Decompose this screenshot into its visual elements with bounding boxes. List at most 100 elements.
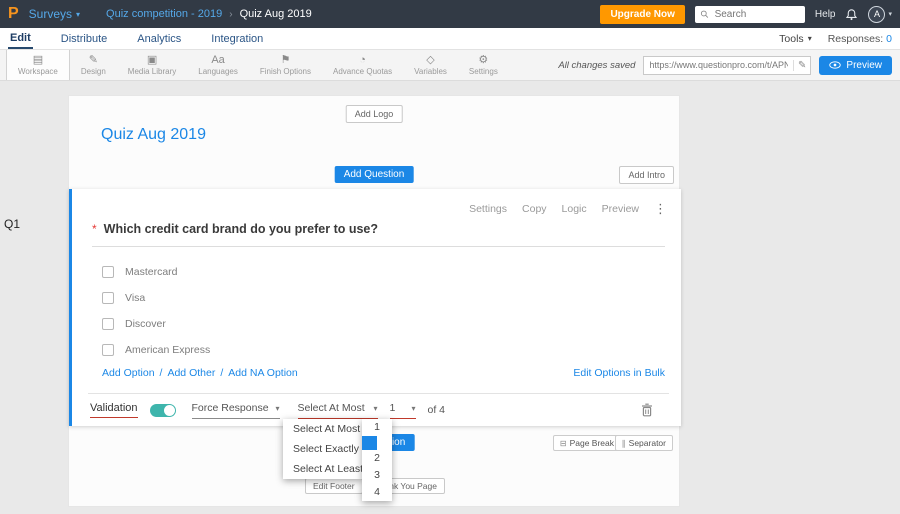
validation-toggle[interactable] (149, 403, 176, 417)
question-text-row: * Which credit card brand do you prefer … (92, 222, 378, 236)
add-logo-button[interactable]: Add Logo (345, 105, 403, 123)
count-option-4[interactable]: 4 (362, 484, 392, 501)
slash-separator: / (159, 367, 163, 379)
toolbar-item-workspace[interactable]: ▤ Workspace (6, 50, 70, 80)
product-label: Surveys (28, 7, 73, 21)
chevron-down-icon: ▾ (807, 34, 812, 43)
product-switcher[interactable]: Surveys ▾ (29, 7, 80, 21)
edit-options-in-bulk-link[interactable]: Edit Options in Bulk (573, 367, 665, 379)
design-icon: ✎ (88, 54, 98, 66)
validation-label: Validation (90, 402, 138, 418)
question-block: Settings Copy Logic Preview ⋮ * Which cr… (69, 189, 681, 426)
count-dropdown-selection-highlight (362, 436, 377, 450)
list-item: Visa (102, 285, 665, 311)
topbar-right: Upgrade Now Help A ▾ (600, 4, 892, 24)
question-number: Q1 (4, 217, 21, 231)
add-option-link[interactable]: Add Option (102, 367, 155, 379)
account-menu[interactable]: A ▾ (868, 5, 892, 23)
toggle-knob (163, 404, 175, 416)
validation-rule-dropdown: Select At Most Select Exactly Select At … (283, 419, 363, 479)
checkbox-visa[interactable] (102, 292, 114, 304)
tools-menu[interactable]: Tools ▾ (779, 33, 812, 45)
add-intro-button[interactable]: Add Intro (619, 166, 674, 184)
toolbar-item-variables[interactable]: ◇ Variables (403, 50, 458, 80)
search-input[interactable] (712, 7, 800, 21)
editor-canvas: Q1 Add Logo Quiz Aug 2019 Add Question A… (0, 81, 900, 514)
rule-option-select-at-most[interactable]: Select At Most (283, 419, 362, 439)
edit-url-pencil-icon[interactable]: ✎ (793, 59, 810, 71)
add-na-option-link[interactable]: Add NA Option (228, 367, 297, 379)
avatar: A (868, 5, 886, 23)
rule-option-select-exactly[interactable]: Select Exactly (283, 439, 362, 459)
toolbar-item-design[interactable]: ✎ Design (70, 50, 117, 80)
answer-options: Mastercard Visa Discover American Expres… (102, 259, 665, 363)
tab-distribute[interactable]: Distribute (59, 28, 109, 49)
toolbar-item-media-library[interactable]: ▣ Media Library (117, 50, 187, 80)
media-library-icon: ▣ (146, 54, 158, 66)
chevron-down-icon: ▾ (888, 11, 892, 18)
delete-question-trash-icon[interactable] (641, 403, 653, 417)
save-status: All changes saved (558, 59, 636, 71)
validation-rule-select[interactable]: Select At Most ▾ (297, 402, 378, 419)
tab-edit[interactable]: Edit (8, 28, 33, 49)
required-asterisk: * (92, 222, 97, 236)
languages-icon: Aa (211, 54, 225, 66)
breadcrumb-parent[interactable]: Quiz competition - 2019 (106, 8, 222, 20)
separator-button[interactable]: ∥ Separator (614, 435, 673, 451)
responses-counter[interactable]: Responses: 0 (828, 33, 892, 45)
question-logic-link[interactable]: Logic (562, 203, 587, 215)
toolbar-item-settings[interactable]: ⚙ Settings (458, 50, 509, 80)
count-option-1[interactable]: 1 (362, 419, 392, 436)
count-option-2[interactable]: 2 (362, 450, 392, 467)
questionpro-logo[interactable]: P (8, 5, 19, 23)
breadcrumb-current: Quiz Aug 2019 (239, 8, 312, 20)
question-text[interactable]: Which credit card brand do you prefer to… (104, 222, 378, 236)
tools-label: Tools (779, 32, 804, 45)
eye-icon (829, 61, 842, 69)
question-copy-link[interactable]: Copy (522, 203, 547, 215)
separator-icon: ∥ (621, 438, 626, 448)
add-other-link[interactable]: Add Other (167, 367, 215, 379)
count-option-3[interactable]: 3 (362, 467, 392, 484)
question-preview-link[interactable]: Preview (602, 203, 639, 215)
force-response-select[interactable]: Force Response ▾ (191, 402, 280, 419)
survey-url-input[interactable] (644, 60, 794, 70)
tab-integration[interactable]: Integration (209, 28, 265, 49)
survey-url-box: ✎ (643, 55, 812, 75)
page-break-button[interactable]: ⊟ Page Break (552, 435, 621, 451)
checkbox-mastercard[interactable] (102, 266, 114, 278)
search-box[interactable] (694, 5, 805, 23)
chevron-down-icon: ▾ (373, 403, 378, 413)
tab-analytics[interactable]: Analytics (135, 28, 183, 49)
toolbar-item-advance-quotas[interactable]: ◔ Advance Quotas (322, 50, 403, 80)
kebab-menu-icon[interactable]: ⋮ (654, 201, 667, 217)
list-item: American Express (102, 337, 665, 363)
question-actions: Settings Copy Logic Preview ⋮ (469, 201, 667, 217)
search-icon (700, 10, 709, 18)
help-link[interactable]: Help (815, 9, 836, 20)
validation-count-select[interactable]: 1 ▾ (389, 402, 416, 419)
variables-icon: ◇ (426, 54, 435, 66)
list-item: Mastercard (102, 259, 665, 285)
of-total-label: of 4 (427, 404, 446, 416)
toolbar-item-finish-options[interactable]: ⚑ Finish Options (249, 50, 322, 80)
chevron-down-icon: ▾ (411, 403, 416, 413)
chevron-down-icon: ▾ (275, 403, 280, 413)
preview-button[interactable]: Preview (819, 55, 892, 75)
upgrade-now-button[interactable]: Upgrade Now (600, 4, 685, 24)
checkbox-american-express[interactable] (102, 344, 114, 356)
question-settings-link[interactable]: Settings (469, 203, 507, 215)
topbar: P Surveys ▾ Quiz competition - 2019 › Qu… (0, 0, 900, 28)
breadcrumb-separator-icon: › (229, 8, 233, 20)
notifications-bell-icon[interactable] (845, 8, 858, 21)
survey-title: Quiz Aug 2019 (101, 126, 206, 143)
rule-option-select-at-least[interactable]: Select At Least (283, 459, 363, 479)
edit-footer-button[interactable]: Edit Footer (305, 478, 363, 494)
toolbar-right: All changes saved ✎ Preview (558, 50, 894, 80)
question-divider (92, 246, 665, 247)
checkbox-discover[interactable] (102, 318, 114, 330)
slash-separator: / (220, 367, 224, 379)
toolbar-item-languages[interactable]: Aa Languages (187, 50, 249, 80)
editor-toolbar: ▤ Workspace ✎ Design ▣ Media Library Aa … (0, 50, 900, 81)
add-question-button[interactable]: Add Question (334, 166, 414, 183)
